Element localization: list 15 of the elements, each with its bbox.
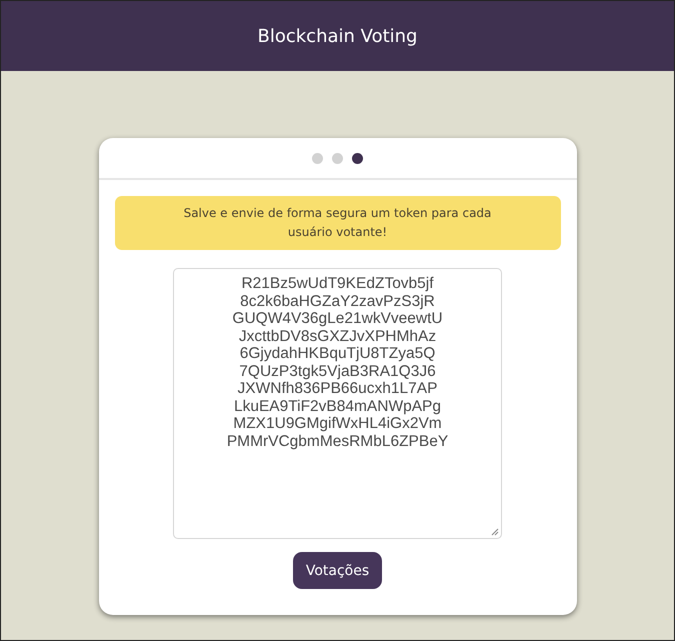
token-text: 8c2k6baHGZaY2zavPzS3jR: [240, 292, 435, 310]
alert-message: Salve e envie de forma segura um token para cada usuário votante!: [114, 196, 560, 250]
votes-button[interactable]: Votações: [292, 552, 382, 589]
token-text: MZX1U9GMgifWxHL4iGx2Vm: [233, 415, 442, 432]
resize-handle-icon[interactable]: [491, 528, 499, 536]
app-title: Blockchain Voting: [258, 26, 418, 46]
token-text: 6GjydahHKBquTjU8TZya5Q: [240, 345, 436, 362]
token-text: PMMrVCgbmMesRMbL6ZPBeY: [226, 432, 448, 450]
token-text: JXWNfh836PB66ucxh1L7AP: [238, 380, 438, 398]
token-text: JxcttbDV8sGXZJvXPHMhAz: [238, 328, 436, 345]
token-text: 7QUzP3tgk5VjaB3RA1Q3J6: [239, 362, 436, 380]
token-text: R21Bz5wUdT9KEdZTovb5jf: [241, 275, 434, 292]
token-text: LkuEA9TiF2vB84mANWpAPg: [234, 398, 442, 415]
token-text: GUQW4V36gLe21wkVveewtU: [232, 310, 443, 328]
token-field[interactable]: [173, 268, 502, 539]
